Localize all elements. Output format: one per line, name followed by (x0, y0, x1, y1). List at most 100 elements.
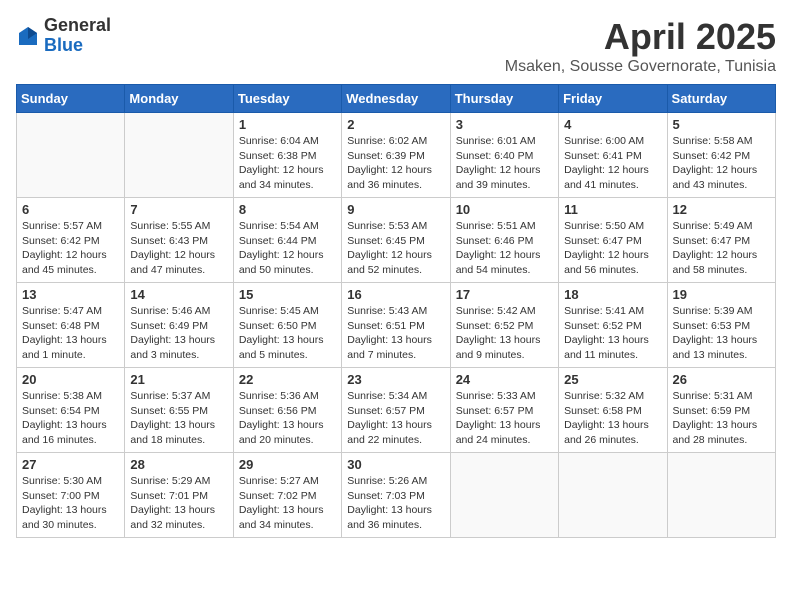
day-info: Sunrise: 5:55 AM Sunset: 6:43 PM Dayligh… (130, 219, 227, 278)
day-number: 12 (673, 202, 770, 217)
day-number: 19 (673, 287, 770, 302)
calendar-cell: 2 Sunrise: 6:02 AM Sunset: 6:39 PM Daylig… (342, 113, 450, 198)
day-number: 8 (239, 202, 336, 217)
calendar-cell: 24 Sunrise: 5:33 AM Sunset: 6:57 PM Dayli… (450, 368, 558, 453)
calendar-cell (559, 453, 667, 538)
page-header: General Blue April 2025 Msaken, Sousse G… (16, 16, 776, 76)
day-number: 23 (347, 372, 444, 387)
calendar-cell: 20Sunrise: 5:38 AM Sunset: 6:54 PM Dayli… (17, 368, 125, 453)
day-number: 28 (130, 457, 227, 472)
day-number: 26 (673, 372, 770, 387)
day-number: 2 (347, 117, 444, 132)
day-number: 10 (456, 202, 553, 217)
calendar-cell: 27 Sunrise: 5:30 AM Sunset: 7:00 PM Dayli… (17, 453, 125, 538)
calendar-cell (450, 453, 558, 538)
calendar-cell: 22 Sunrise: 5:36 AM Sunset: 6:56 PM Dayli… (233, 368, 341, 453)
calendar-cell: 6Sunrise: 5:57 AM Sunset: 6:42 PM Daylig… (17, 198, 125, 283)
calendar-cell (667, 453, 775, 538)
calendar-cell: 8 Sunrise: 5:54 AM Sunset: 6:44 PM Daylig… (233, 198, 341, 283)
calendar-cell: 4 Sunrise: 6:00 AM Sunset: 6:41 PM Daylig… (559, 113, 667, 198)
day-info: Sunrise: 5:32 AM Sunset: 6:58 PM Dayligh… (564, 389, 661, 448)
day-info: Sunrise: 5:54 AM Sunset: 6:44 PM Dayligh… (239, 219, 336, 278)
week-row-3: 13Sunrise: 5:47 AM Sunset: 6:48 PM Dayli… (17, 283, 776, 368)
weekday-header-monday: Monday (125, 85, 233, 113)
calendar-cell: 5 Sunrise: 5:58 AM Sunset: 6:42 PM Daylig… (667, 113, 775, 198)
day-info: Sunrise: 6:02 AM Sunset: 6:39 PM Dayligh… (347, 134, 444, 193)
day-number: 9 (347, 202, 444, 217)
week-row-2: 6Sunrise: 5:57 AM Sunset: 6:42 PM Daylig… (17, 198, 776, 283)
day-info: Sunrise: 5:27 AM Sunset: 7:02 PM Dayligh… (239, 474, 336, 533)
week-row-5: 27 Sunrise: 5:30 AM Sunset: 7:00 PM Dayli… (17, 453, 776, 538)
calendar-cell: 11 Sunrise: 5:50 AM Sunset: 6:47 PM Dayli… (559, 198, 667, 283)
day-number: 4 (564, 117, 661, 132)
day-info: Sunrise: 5:50 AM Sunset: 6:47 PM Dayligh… (564, 219, 661, 278)
day-number: 17 (456, 287, 553, 302)
weekday-header-friday: Friday (559, 85, 667, 113)
day-info: Sunrise: 5:41 AM Sunset: 6:52 PM Dayligh… (564, 304, 661, 363)
day-info: Sunrise: 5:36 AM Sunset: 6:56 PM Dayligh… (239, 389, 336, 448)
day-info: Sunrise: 5:51 AM Sunset: 6:46 PM Dayligh… (456, 219, 553, 278)
day-number: 30 (347, 457, 444, 472)
calendar-cell (125, 113, 233, 198)
day-info: Sunrise: 6:00 AM Sunset: 6:41 PM Dayligh… (564, 134, 661, 193)
calendar-cell: 7 Sunrise: 5:55 AM Sunset: 6:43 PM Daylig… (125, 198, 233, 283)
day-info: Sunrise: 5:49 AM Sunset: 6:47 PM Dayligh… (673, 219, 770, 278)
logo-general-text: General (44, 16, 111, 36)
day-number: 20 (22, 372, 119, 387)
weekday-header-saturday: Saturday (667, 85, 775, 113)
calendar-cell: 16 Sunrise: 5:43 AM Sunset: 6:51 PM Dayli… (342, 283, 450, 368)
day-info: Sunrise: 5:31 AM Sunset: 6:59 PM Dayligh… (673, 389, 770, 448)
day-number: 5 (673, 117, 770, 132)
calendar-cell: 3Sunrise: 6:01 AM Sunset: 6:40 PM Daylig… (450, 113, 558, 198)
calendar-cell (17, 113, 125, 198)
day-info: Sunrise: 5:43 AM Sunset: 6:51 PM Dayligh… (347, 304, 444, 363)
calendar-cell: 9 Sunrise: 5:53 AM Sunset: 6:45 PM Daylig… (342, 198, 450, 283)
day-info: Sunrise: 5:46 AM Sunset: 6:49 PM Dayligh… (130, 304, 227, 363)
weekday-header-wednesday: Wednesday (342, 85, 450, 113)
calendar-cell: 1Sunrise: 6:04 AM Sunset: 6:38 PM Daylig… (233, 113, 341, 198)
day-info: Sunrise: 5:39 AM Sunset: 6:53 PM Dayligh… (673, 304, 770, 363)
day-number: 14 (130, 287, 227, 302)
day-info: Sunrise: 5:45 AM Sunset: 6:50 PM Dayligh… (239, 304, 336, 363)
day-info: Sunrise: 5:47 AM Sunset: 6:48 PM Dayligh… (22, 304, 119, 363)
day-number: 16 (347, 287, 444, 302)
day-number: 27 (22, 457, 119, 472)
day-info: Sunrise: 5:42 AM Sunset: 6:52 PM Dayligh… (456, 304, 553, 363)
title-section: April 2025 Msaken, Sousse Governorate, T… (505, 16, 776, 76)
day-info: Sunrise: 5:53 AM Sunset: 6:45 PM Dayligh… (347, 219, 444, 278)
day-info: Sunrise: 5:57 AM Sunset: 6:42 PM Dayligh… (22, 219, 119, 278)
calendar-table: SundayMondayTuesdayWednesdayThursdayFrid… (16, 84, 776, 538)
day-info: Sunrise: 5:58 AM Sunset: 6:42 PM Dayligh… (673, 134, 770, 193)
calendar-cell: 17 Sunrise: 5:42 AM Sunset: 6:52 PM Dayli… (450, 283, 558, 368)
week-row-1: 1Sunrise: 6:04 AM Sunset: 6:38 PM Daylig… (17, 113, 776, 198)
day-number: 22 (239, 372, 336, 387)
calendar-cell: 29Sunrise: 5:27 AM Sunset: 7:02 PM Dayli… (233, 453, 341, 538)
logo-icon (16, 24, 40, 48)
calendar-cell: 13Sunrise: 5:47 AM Sunset: 6:48 PM Dayli… (17, 283, 125, 368)
calendar-cell: 10 Sunrise: 5:51 AM Sunset: 6:46 PM Dayli… (450, 198, 558, 283)
day-number: 25 (564, 372, 661, 387)
day-info: Sunrise: 5:29 AM Sunset: 7:01 PM Dayligh… (130, 474, 227, 533)
day-number: 18 (564, 287, 661, 302)
calendar-cell: 23Sunrise: 5:34 AM Sunset: 6:57 PM Dayli… (342, 368, 450, 453)
calendar-cell: 12 Sunrise: 5:49 AM Sunset: 6:47 PM Dayli… (667, 198, 775, 283)
day-number: 7 (130, 202, 227, 217)
calendar-cell: 25 Sunrise: 5:32 AM Sunset: 6:58 PM Dayli… (559, 368, 667, 453)
calendar-cell: 18 Sunrise: 5:41 AM Sunset: 6:52 PM Dayli… (559, 283, 667, 368)
calendar-cell: 15Sunrise: 5:45 AM Sunset: 6:50 PM Dayli… (233, 283, 341, 368)
day-info: Sunrise: 5:30 AM Sunset: 7:00 PM Dayligh… (22, 474, 119, 533)
weekday-header-tuesday: Tuesday (233, 85, 341, 113)
calendar-cell: 21Sunrise: 5:37 AM Sunset: 6:55 PM Dayli… (125, 368, 233, 453)
calendar-cell: 30 Sunrise: 5:26 AM Sunset: 7:03 PM Dayli… (342, 453, 450, 538)
calendar-cell: 26 Sunrise: 5:31 AM Sunset: 6:59 PM Dayli… (667, 368, 775, 453)
day-info: Sunrise: 5:33 AM Sunset: 6:57 PM Dayligh… (456, 389, 553, 448)
weekday-header-thursday: Thursday (450, 85, 558, 113)
week-row-4: 20Sunrise: 5:38 AM Sunset: 6:54 PM Dayli… (17, 368, 776, 453)
day-number: 11 (564, 202, 661, 217)
calendar-cell: 19 Sunrise: 5:39 AM Sunset: 6:53 PM Dayli… (667, 283, 775, 368)
weekday-header-sunday: Sunday (17, 85, 125, 113)
day-info: Sunrise: 5:26 AM Sunset: 7:03 PM Dayligh… (347, 474, 444, 533)
day-info: Sunrise: 6:04 AM Sunset: 6:38 PM Dayligh… (239, 134, 336, 193)
calendar-cell: 28 Sunrise: 5:29 AM Sunset: 7:01 PM Dayli… (125, 453, 233, 538)
day-number: 24 (456, 372, 553, 387)
